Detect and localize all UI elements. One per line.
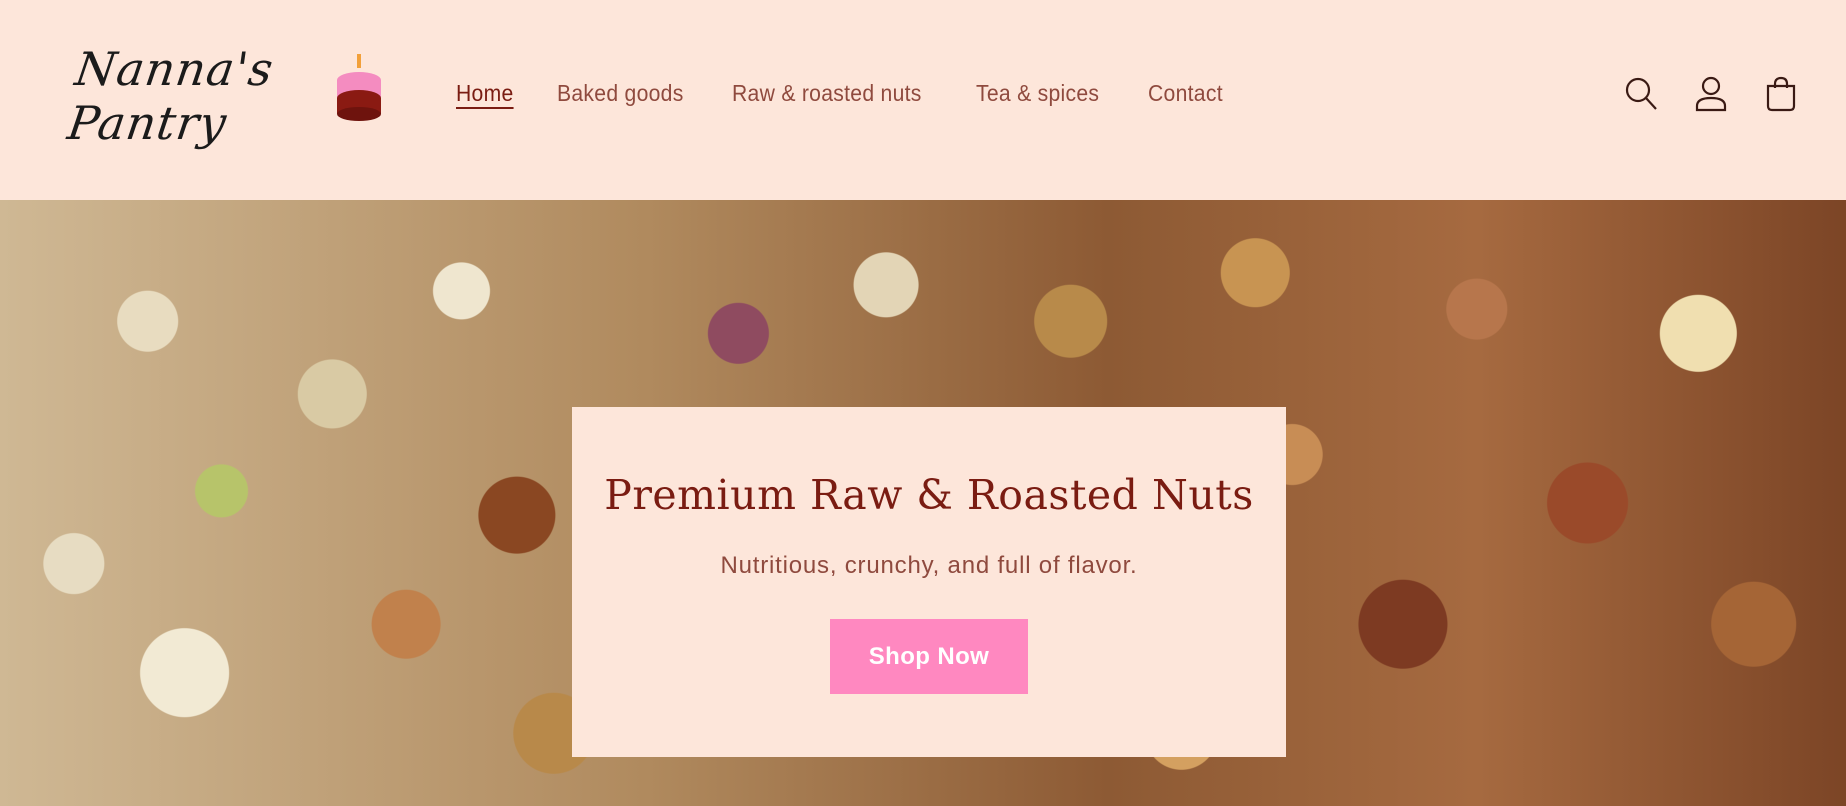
brand-logo[interactable]: Nanna's Pantry: [64, 42, 392, 150]
main-nav: Home Baked goods Raw & roasted nuts Tea …: [456, 80, 1230, 107]
hero-banner: Premium Raw & Roasted Nuts Nutritious, c…: [0, 200, 1846, 806]
nav-item-baked-goods[interactable]: Baked goods: [557, 80, 684, 107]
nav-item-home[interactable]: Home: [456, 80, 514, 107]
nav-item-raw-roasted-nuts[interactable]: Raw & roasted nuts: [732, 80, 922, 107]
search-icon[interactable]: [1624, 76, 1658, 112]
header-icons: [1624, 76, 1798, 112]
account-icon[interactable]: [1694, 76, 1728, 112]
nav-item-tea-spices[interactable]: Tea & spices: [976, 80, 1099, 107]
shop-now-button[interactable]: Shop Now: [830, 619, 1028, 694]
cake-icon: [337, 54, 381, 121]
cart-icon[interactable]: [1764, 76, 1798, 112]
nav-item-contact[interactable]: Contact: [1148, 80, 1223, 107]
site-header: Nanna's Pantry Home Baked goods Raw & ro…: [0, 0, 1846, 200]
hero-card: Premium Raw & Roasted Nuts Nutritious, c…: [572, 407, 1286, 757]
hero-subtitle: Nutritious, crunchy, and full of flavor.: [720, 552, 1138, 579]
hero-title: Premium Raw & Roasted Nuts: [604, 471, 1254, 519]
